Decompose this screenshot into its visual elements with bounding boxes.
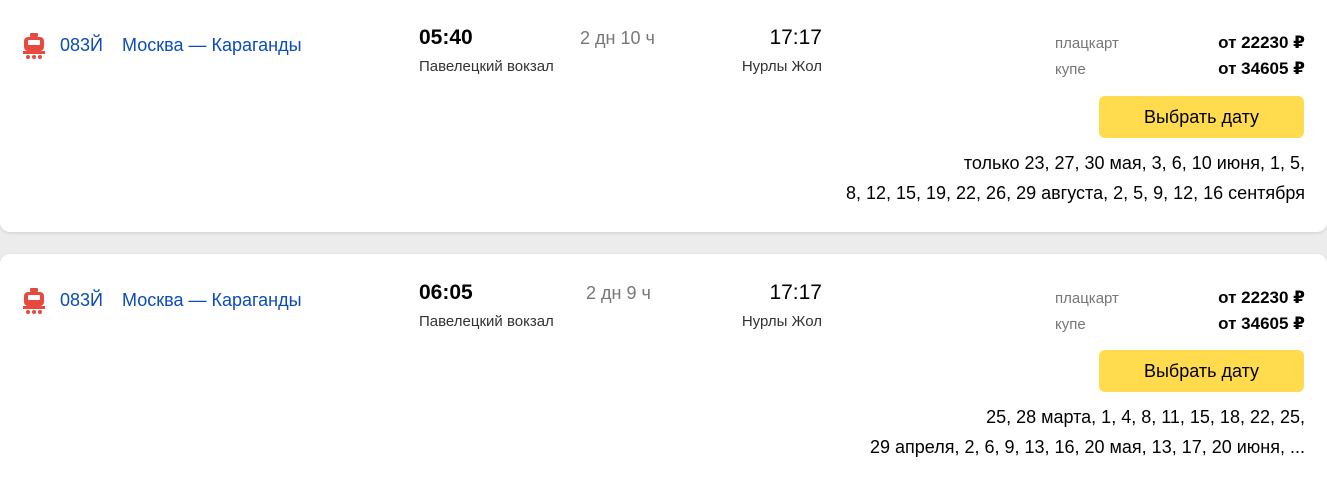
choose-date-button[interactable]: Выбрать дату — [1099, 350, 1304, 392]
choose-date-button[interactable]: Выбрать дату — [1099, 96, 1304, 138]
price-kupe[interactable]: от 34605 ₽ — [1218, 59, 1305, 79]
arrival-station: Нурлы Жол — [741, 313, 822, 330]
dates-line: 8, 12, 15, 19, 22, 26, 29 августа, 2, 5,… — [845, 183, 1305, 203]
class-label-platzkart: плацкарт — [1055, 35, 1119, 52]
arrival-station: Нурлы Жол — [741, 58, 822, 75]
arrival-time: 17:17 — [769, 26, 822, 49]
train-number-link[interactable]: 083Й — [60, 290, 103, 311]
departure-time: 06:05 — [419, 281, 473, 304]
price-kupe[interactable]: от 34605 ₽ — [1218, 314, 1305, 334]
trip-duration: 2 дн 9 ч — [586, 283, 651, 303]
train-number-link[interactable]: 083Й — [60, 35, 103, 56]
departure-time: 05:40 — [419, 26, 473, 49]
train-result-card: 083Й Москва — Караганды 06:05 Павелецкий… — [0, 254, 1327, 477]
class-label-platzkart: плацкарт — [1055, 290, 1119, 307]
route-link[interactable]: Москва — Караганды — [122, 35, 302, 56]
price-platzkart[interactable]: от 22230 ₽ — [1218, 33, 1305, 53]
departure-station: Павелецкий вокзал — [419, 313, 554, 330]
train-result-card: 083Й Москва — Караганды 05:40 Павелецкий… — [0, 0, 1327, 232]
trip-duration: 2 дн 10 ч — [580, 28, 655, 48]
dates-line: 25, 28 марта, 1, 4, 8, 11, 15, 18, 22, 2… — [986, 407, 1305, 427]
train-icon — [23, 288, 45, 314]
price-platzkart[interactable]: от 22230 ₽ — [1218, 288, 1305, 308]
dates-line: только 23, 27, 30 мая, 3, 6, 10 июня, 1,… — [963, 153, 1305, 173]
arrival-time: 17:17 — [769, 281, 822, 304]
train-icon — [23, 33, 45, 59]
dates-line: 29 апреля, 2, 6, 9, 13, 16, 20 мая, 13, … — [869, 437, 1305, 457]
class-label-kupe: купе — [1055, 316, 1086, 333]
class-label-kupe: купе — [1055, 61, 1086, 78]
departure-station: Павелецкий вокзал — [419, 58, 554, 75]
available-dates: только 23, 27, 30 мая, 3, 6, 10 июня, 1,… — [745, 148, 1305, 208]
available-dates: 25, 28 марта, 1, 4, 8, 11, 15, 18, 22, 2… — [745, 402, 1305, 462]
route-link[interactable]: Москва — Караганды — [122, 290, 302, 311]
